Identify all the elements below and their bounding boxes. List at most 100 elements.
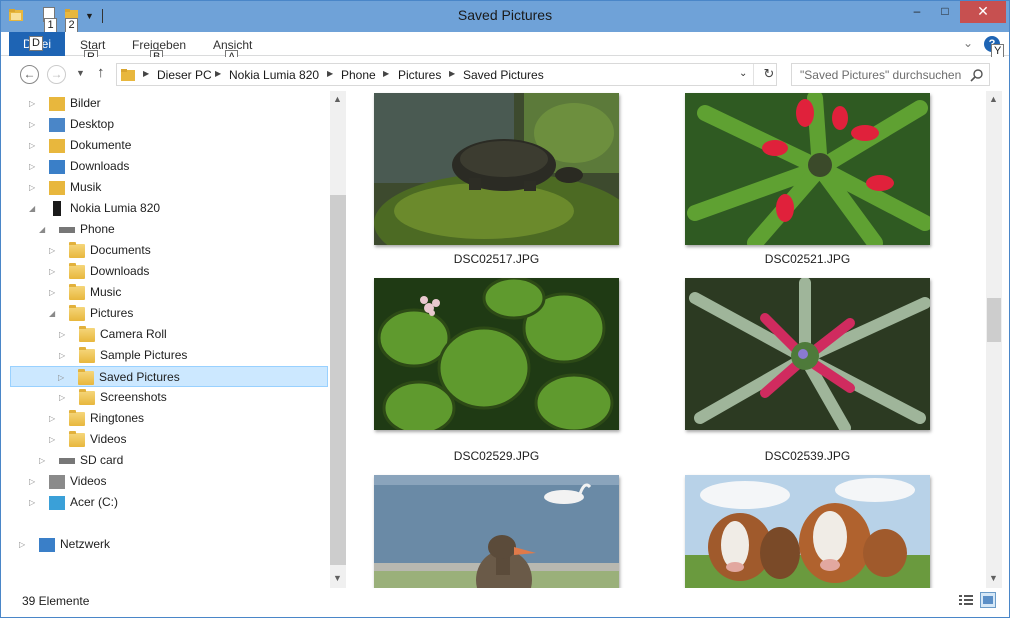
tree-item[interactable]: ▷ Videos (11, 471, 326, 492)
refresh-icon[interactable]: ↻ (761, 66, 777, 82)
back-arrow-icon[interactable]: ← (20, 65, 39, 84)
music-library-icon (49, 181, 65, 195)
tree-item[interactable]: ▷ Screenshots (11, 387, 326, 408)
tree-item[interactable]: ▷ Saved Pictures (10, 366, 328, 387)
tree-item[interactable]: ▷ Bilder (11, 93, 326, 114)
breadcrumb-separator-icon[interactable]: ▶ (143, 69, 149, 78)
file-name[interactable]: DSC02517.JPG (374, 252, 619, 266)
file-view-scroll-thumb[interactable] (987, 298, 1001, 342)
maximize-button[interactable]: □ (930, 1, 960, 23)
breadcrumb-separator-icon[interactable]: ▶ (327, 69, 333, 78)
expand-chevron-icon[interactable]: ▷ (29, 177, 39, 198)
forward-arrow-icon[interactable]: → (47, 65, 66, 84)
expand-chevron-icon[interactable]: ▷ (19, 534, 29, 555)
navigation-pane-scroll-thumb[interactable] (330, 195, 346, 565)
large-icons-view-icon[interactable] (980, 592, 996, 608)
expand-chevron-icon[interactable]: ▷ (49, 429, 59, 450)
tree-item[interactable]: ▷ Acer (C:) (11, 492, 326, 513)
close-button[interactable]: ✕ (960, 1, 1006, 23)
breadcrumb-saved-pictures[interactable]: Saved Pictures (463, 68, 544, 82)
file-thumbnail[interactable] (685, 93, 930, 245)
search-icon[interactable] (970, 68, 984, 82)
title-bar[interactable]: 1 2 ▼ Saved Pictures – □ ✕ (1, 1, 1009, 33)
tree-item[interactable]: ▷ SD card (11, 450, 326, 471)
breadcrumb-pictures[interactable]: Pictures (398, 68, 441, 82)
file-thumbnail[interactable] (374, 278, 619, 430)
expand-chevron-icon[interactable]: ▷ (49, 261, 59, 282)
expand-chevron-icon[interactable]: ▷ (29, 93, 39, 114)
tree-item[interactable]: ▷ Documents (11, 240, 326, 261)
scroll-down-arrow-icon[interactable]: ▼ (989, 573, 998, 583)
collapse-chevron-icon[interactable]: ◢ (49, 303, 59, 324)
breadcrumb-separator-icon[interactable]: ▶ (449, 69, 455, 78)
expand-chevron-icon[interactable]: ▷ (49, 408, 59, 429)
tree-item[interactable]: ▷ Dokumente (11, 135, 326, 156)
breadcrumb-separator-icon[interactable]: ▶ (383, 69, 389, 78)
expand-chevron-icon[interactable]: ▷ (58, 367, 68, 388)
tree-item[interactable]: ▷ Downloads (11, 261, 326, 282)
pink-bromeliad-photo-icon (685, 278, 930, 430)
expand-chevron-icon[interactable]: ▷ (29, 156, 39, 177)
tree-item[interactable]: ▷ Downloads (11, 156, 326, 177)
expand-chevron-icon[interactable]: ▷ (49, 240, 59, 261)
expand-chevron-icon[interactable]: ▷ (59, 387, 69, 408)
file-thumbnail[interactable] (374, 475, 619, 588)
file-thumbnail[interactable] (685, 475, 930, 588)
expand-chevron-icon[interactable]: ▷ (49, 282, 59, 303)
file-thumbnail[interactable] (374, 93, 619, 245)
folder-icon (78, 369, 94, 385)
tree-item[interactable]: ▷ Sample Pictures (11, 345, 326, 366)
navigation-pane-scrollbar[interactable]: ▲ ▼ (330, 91, 346, 588)
tree-item[interactable]: ◢ Phone (11, 219, 326, 240)
expand-ribbon-chevron-icon[interactable]: ⌄ (963, 36, 973, 50)
recent-locations-chevron-icon[interactable]: ▼ (76, 68, 85, 78)
pilea-leaves-photo-icon (374, 278, 619, 430)
status-bar: 39 Elemente (1, 588, 1009, 617)
collapse-chevron-icon[interactable]: ◢ (29, 198, 39, 219)
cows-photo-icon (685, 475, 930, 588)
keytip-file: D (29, 36, 43, 51)
details-view-icon[interactable] (958, 592, 974, 608)
tree-item[interactable]: ▷ Videos (11, 429, 326, 450)
expand-chevron-icon[interactable]: ▷ (39, 450, 49, 471)
scroll-up-arrow-icon[interactable]: ▲ (333, 94, 342, 104)
file-name[interactable]: DSC02521.JPG (685, 252, 930, 266)
tree-item-label: Nokia Lumia 820 (70, 201, 161, 215)
expand-chevron-icon[interactable]: ▷ (29, 114, 39, 135)
tree-item-label: Bilder (70, 96, 101, 110)
navigation-pane: ▷ Bilder ▷ Desktop ▷ Dokumente ▷ Downloads ▷ Musi… (1, 91, 346, 588)
scroll-down-arrow-icon[interactable]: ▼ (333, 573, 342, 583)
collapse-chevron-icon[interactable]: ◢ (39, 219, 49, 240)
expand-chevron-icon[interactable]: ▷ (29, 492, 39, 513)
address-dropdown-chevron-icon[interactable]: ⌄ (739, 68, 747, 79)
tree-item[interactable]: ◢ Nokia Lumia 820 (11, 198, 326, 219)
address-bar[interactable]: ▶ Dieser PC ▶ Nokia Lumia 820 ▶ Phone ▶ … (116, 63, 777, 86)
explorer-window: 1 2 ▼ Saved Pictures – □ ✕ Datei D Start… (0, 0, 1010, 618)
file-name[interactable]: DSC02539.JPG (685, 449, 930, 463)
tree-item[interactable]: ▷ Netzwerk (11, 534, 326, 555)
up-arrow-icon[interactable]: ↑ (97, 64, 105, 81)
file-view-scrollbar[interactable]: ▲ ▼ (986, 91, 1002, 588)
file-thumbnail[interactable] (685, 278, 930, 430)
tree-item-label: Downloads (90, 264, 150, 278)
file-name[interactable]: DSC02529.JPG (374, 449, 619, 463)
search-input[interactable]: "Saved Pictures" durchsuchen (791, 63, 990, 86)
tree-item[interactable]: ▷ Desktop (11, 114, 326, 135)
breadcrumb-this-pc[interactable]: Dieser PC (157, 68, 212, 82)
expand-chevron-icon[interactable]: ▷ (59, 324, 69, 345)
minimize-button[interactable]: – (902, 1, 932, 23)
expand-chevron-icon[interactable]: ▷ (29, 135, 39, 156)
breadcrumb-phone[interactable]: Phone (341, 68, 376, 82)
tree-item[interactable]: ▷ Music (11, 282, 326, 303)
tree-item[interactable]: ▷ Camera Roll (11, 324, 326, 345)
tree-item[interactable]: ▷ Ringtones (11, 408, 326, 429)
breadcrumb-separator-icon[interactable]: ▶ (215, 69, 221, 78)
expand-chevron-icon[interactable]: ▷ (29, 471, 39, 492)
expand-chevron-icon[interactable]: ▷ (59, 345, 69, 366)
tree-item[interactable]: ▷ Musik (11, 177, 326, 198)
scroll-up-arrow-icon[interactable]: ▲ (989, 94, 998, 104)
folder-icon (79, 347, 95, 363)
breadcrumb-device[interactable]: Nokia Lumia 820 (229, 68, 319, 82)
tree-item[interactable]: ◢ Pictures (11, 303, 326, 324)
ribbon-tabs: Datei D Start R Freigeben B Ansicht A ⌄ … (1, 32, 1009, 65)
